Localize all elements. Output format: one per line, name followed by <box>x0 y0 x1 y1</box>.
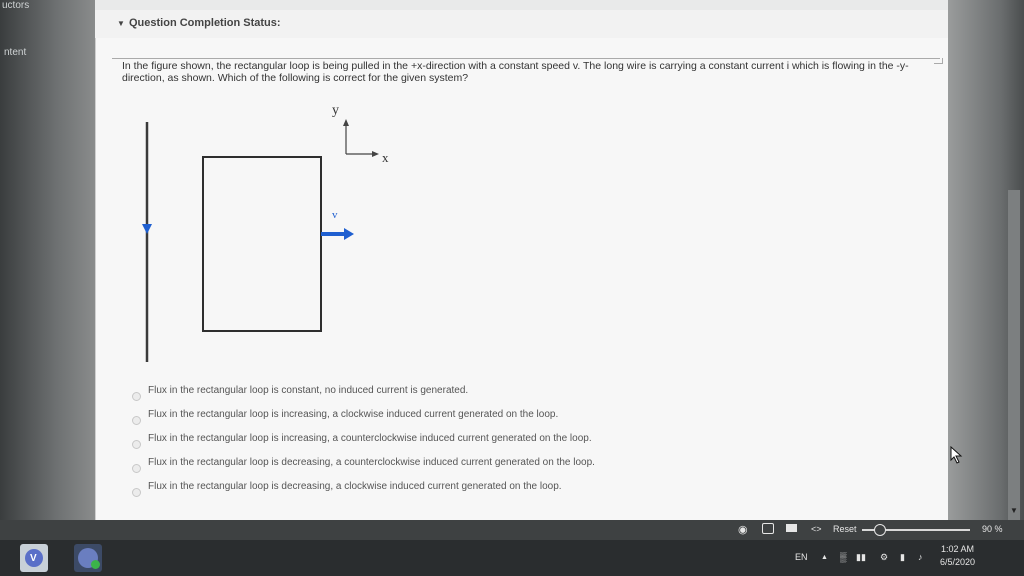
global-app-icon[interactable] <box>74 544 102 572</box>
taskbar: V EN ▲ ▒ ▮▮ ⚙ ▮ ♪ 1:02 AM 6/5/2020 <box>0 540 1024 576</box>
question-text: In the figure shown, the rectangular loo… <box>122 60 909 84</box>
clock-time: 1:02 AM <box>941 544 975 554</box>
scroll-down-icon[interactable]: ▼ <box>1008 506 1020 518</box>
loop-figure: i v y x <box>142 103 389 362</box>
radio-button[interactable] <box>132 464 141 473</box>
clock[interactable]: 1:02 AM 6/5/2020 <box>940 543 975 569</box>
language-indicator[interactable]: EN <box>795 552 808 562</box>
velocity-arrowhead <box>344 228 354 240</box>
y-axis-label: y <box>332 103 339 118</box>
left-sidebar: uctors ntent <box>0 0 95 520</box>
network-icon[interactable]: ▒ <box>840 552 846 562</box>
option-text: Flux in the rectangular loop is increasi… <box>148 433 592 444</box>
question-box-border <box>112 58 940 59</box>
option-text: Flux in the rectangular loop is constant… <box>148 385 469 396</box>
reset-button[interactable]: Reset <box>833 524 857 534</box>
question-box-notch <box>934 58 943 64</box>
vivaldi-browser-icon[interactable]: V <box>20 544 48 572</box>
screen-icon[interactable] <box>762 523 774 534</box>
control-bar: ◉ <> Reset 90 % <box>0 520 1024 540</box>
sidebar-label-content[interactable]: ntent <box>4 47 26 58</box>
zoom-slider-handle[interactable] <box>874 524 886 536</box>
volume-icon[interactable]: ♪ <box>918 552 923 562</box>
signal-icon[interactable]: ▮▮ <box>856 552 866 563</box>
code-icon[interactable]: <> <box>811 524 822 534</box>
radio-button[interactable] <box>132 488 141 497</box>
clock-date: 6/5/2020 <box>940 557 976 567</box>
radio-button[interactable] <box>132 392 141 401</box>
mouse-cursor-icon <box>950 446 963 464</box>
option-text: Flux in the rectangular loop is decreasi… <box>148 457 595 468</box>
question-status-header[interactable]: ▼ Question Completion Status: <box>95 10 948 39</box>
x-axis-label: x <box>382 150 389 165</box>
radio-button[interactable] <box>132 440 141 449</box>
velocity-label: v <box>332 209 338 221</box>
image-icon[interactable] <box>786 524 797 532</box>
y-axis-arrowhead <box>343 119 349 126</box>
tray-chevron-icon[interactable]: ▲ <box>821 554 828 561</box>
question-panel: In the figure shown, the rectangular loo… <box>95 38 949 520</box>
radio-button[interactable] <box>132 416 141 425</box>
sidebar-label-top: uctors <box>2 0 30 11</box>
top-strip <box>95 0 948 10</box>
zoom-level: 90 % <box>982 524 1003 534</box>
option-text: Flux in the rectangular loop is increasi… <box>148 409 559 420</box>
settings-icon[interactable]: ⚙ <box>880 552 888 563</box>
camera-icon[interactable]: ◉ <box>738 523 748 536</box>
option-text: Flux in the rectangular loop is decreasi… <box>148 481 562 492</box>
x-axis-arrowhead <box>372 151 379 157</box>
current-arrow <box>142 224 152 234</box>
chevron-down-icon[interactable]: ▼ <box>117 19 125 28</box>
battery-icon[interactable]: ▮ <box>900 552 905 563</box>
section-title: Question Completion Status: <box>129 17 281 29</box>
scrollbar[interactable] <box>1008 190 1020 520</box>
rectangular-loop <box>202 156 322 332</box>
